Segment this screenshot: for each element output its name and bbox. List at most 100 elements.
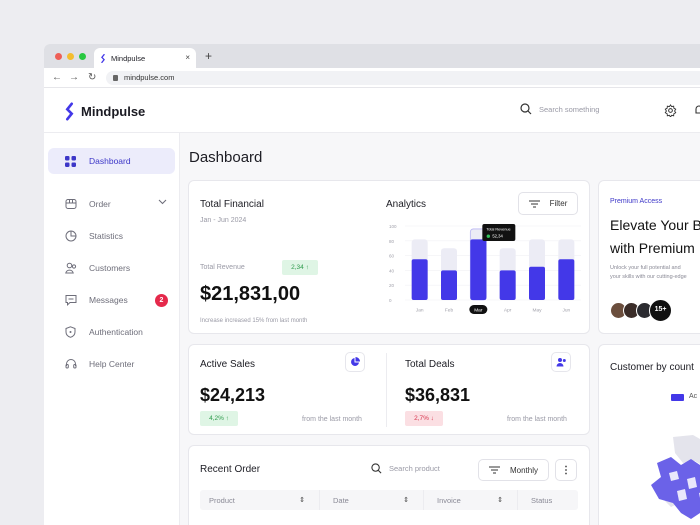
more-options-button[interactable]: ⋮ [555, 459, 577, 481]
total-deals-value: $36,831 [405, 385, 471, 405]
recent-order-card: Recent Order Search product Monthly ⋮ Pr… [188, 445, 590, 525]
x-tick-label: Mar [474, 308, 483, 314]
minimize-window-dot[interactable] [67, 53, 74, 60]
shield-icon [64, 326, 77, 339]
active-sales-note: from the last month [302, 416, 362, 423]
page-title: Dashboard [189, 149, 263, 166]
store-icon [64, 198, 77, 211]
address-bar: ← → ↻ mindpulse.com [44, 68, 700, 88]
mindpulse-logo-icon [101, 53, 105, 63]
active-sales-value: $24,213 [200, 385, 266, 405]
new-tab-button[interactable]: + [205, 49, 212, 63]
bar [411, 259, 428, 300]
financial-period: Jan - Jun 2024 [200, 217, 247, 224]
active-sales-chart-button[interactable] [345, 352, 365, 372]
sort-icon: ⇕ [299, 497, 305, 504]
period-select[interactable]: Monthly [478, 459, 549, 481]
global-search[interactable]: Search something [520, 103, 599, 115]
premium-desc-line2: your skills with our cutting-edge [610, 274, 687, 280]
tab-close-icon[interactable]: × [185, 53, 190, 62]
sidebar-item-dashboard[interactable]: Dashboard [48, 148, 175, 174]
total-deals-users-button[interactable] [551, 352, 571, 372]
gear-icon[interactable] [664, 104, 677, 117]
period-label: Monthly [509, 465, 538, 475]
x-tick-label: May [532, 308, 542, 314]
sidebar-item-authentication[interactable]: Authentication [48, 319, 175, 345]
lock-icon [113, 75, 118, 81]
sidebar-item-statistics[interactable]: Statistics [48, 223, 175, 249]
more-members-count: 15+ [649, 299, 672, 322]
grid-icon [64, 155, 77, 168]
bar [441, 270, 457, 300]
search-icon [520, 103, 532, 115]
recent-order-title: Recent Order [200, 464, 261, 475]
users-icon [556, 358, 566, 367]
browser-window: Mindpulse × + ← → ↻ mindpulse.com Mindpu… [44, 44, 700, 525]
sidebar-item-help-center[interactable]: Help Center [48, 351, 175, 377]
active-sales-title: Active Sales [200, 359, 256, 370]
sidebar: Dashboard Order Statistics Customers Mes… [44, 133, 180, 525]
back-icon[interactable]: ← [52, 72, 62, 83]
y-tick-label: 0 [389, 298, 392, 303]
bar [499, 270, 516, 300]
x-tick-label: Feb [445, 308, 454, 314]
product-search[interactable]: Search product [371, 463, 440, 474]
y-tick-label: 100 [389, 224, 397, 229]
column-header-product[interactable]: Product ⇕ [200, 490, 320, 510]
brand[interactable]: Mindpulse [64, 102, 145, 121]
sidebar-item-customers[interactable]: Customers [48, 255, 175, 281]
tooltip-title: Total Revenue [486, 228, 510, 232]
premium-heading-line2: with Premium [610, 240, 695, 256]
y-tick-label: 20 [389, 283, 395, 288]
sales-deals-card: Active Sales $24,213 4,2% ↑ from the las… [188, 344, 590, 435]
filter-icon [528, 200, 540, 207]
x-tick-label: Apr [504, 308, 512, 314]
messages-count-badge: 2 [155, 294, 168, 307]
forward-icon[interactable]: → [69, 72, 79, 83]
sidebar-item-label: Statistics [89, 231, 124, 241]
product-search-placeholder: Search product [389, 464, 440, 473]
pie-chart-icon [351, 357, 360, 366]
browser-tab[interactable]: Mindpulse × [94, 48, 196, 68]
chevron-down-icon[interactable] [158, 199, 167, 205]
column-header-status[interactable]: Status [522, 490, 578, 510]
total-deals-change: 2,7% ↓ [405, 411, 443, 426]
pie-chart-icon [64, 230, 77, 243]
column-header-invoice[interactable]: Invoice ⇕ [428, 490, 518, 510]
brand-name: Mindpulse [81, 104, 146, 119]
revenue-change-badge: 2,34 ↑ [282, 260, 318, 275]
search-placeholder: Search something [539, 104, 600, 114]
top-nav: Mindpulse Search something [44, 89, 700, 133]
table-header: Product ⇕ Date ⇕ Invoice ⇕ Status [200, 490, 578, 510]
close-window-dot[interactable] [55, 53, 62, 60]
analytics-bar-chart: 100 80 60 40 20 0 Jan Feb Mar Total Revenue 52,34 A… [389, 224, 581, 314]
legend-swatch [671, 394, 684, 401]
bar [558, 259, 575, 300]
filter-button[interactable]: Filter [518, 192, 578, 215]
total-revenue-label: Total Revenue [200, 264, 245, 271]
main-content: Dashboard Total Financial Jan - Jun 2024… [180, 133, 700, 525]
column-header-date[interactable]: Date ⇕ [324, 490, 424, 510]
reload-icon[interactable]: ↻ [88, 72, 96, 83]
sidebar-item-messages[interactable]: Messages 2 [48, 287, 175, 313]
premium-heading-line1: Elevate Your B [610, 217, 700, 233]
active-sales-change: 4,2% ↑ [200, 411, 238, 426]
x-tick-label: Jun [562, 308, 570, 314]
premium-access-card: Premium Access Elevate Your B with Premi… [598, 180, 700, 334]
premium-eyebrow: Premium Access [610, 198, 663, 205]
bell-icon[interactable] [694, 104, 700, 117]
sort-icon: ⇕ [497, 497, 503, 504]
sidebar-item-label: Authentication [89, 327, 143, 337]
tooltip-value: 52,34 [492, 234, 503, 239]
url-field[interactable]: mindpulse.com [106, 71, 700, 85]
search-icon [371, 463, 382, 474]
browser-tab-bar: Mindpulse × + [44, 44, 700, 68]
premium-desc-line1: Unlock your full potential and [610, 265, 681, 271]
revenue-note: Increase increased 15% from last month [200, 318, 308, 324]
sidebar-item-order[interactable]: Order [48, 191, 175, 217]
sidebar-item-label: Help Center [89, 359, 135, 369]
total-financial-title: Total Financial [200, 199, 264, 210]
maximize-window-dot[interactable] [79, 53, 86, 60]
filter-icon [488, 466, 500, 474]
total-deals-title: Total Deals [405, 359, 455, 370]
